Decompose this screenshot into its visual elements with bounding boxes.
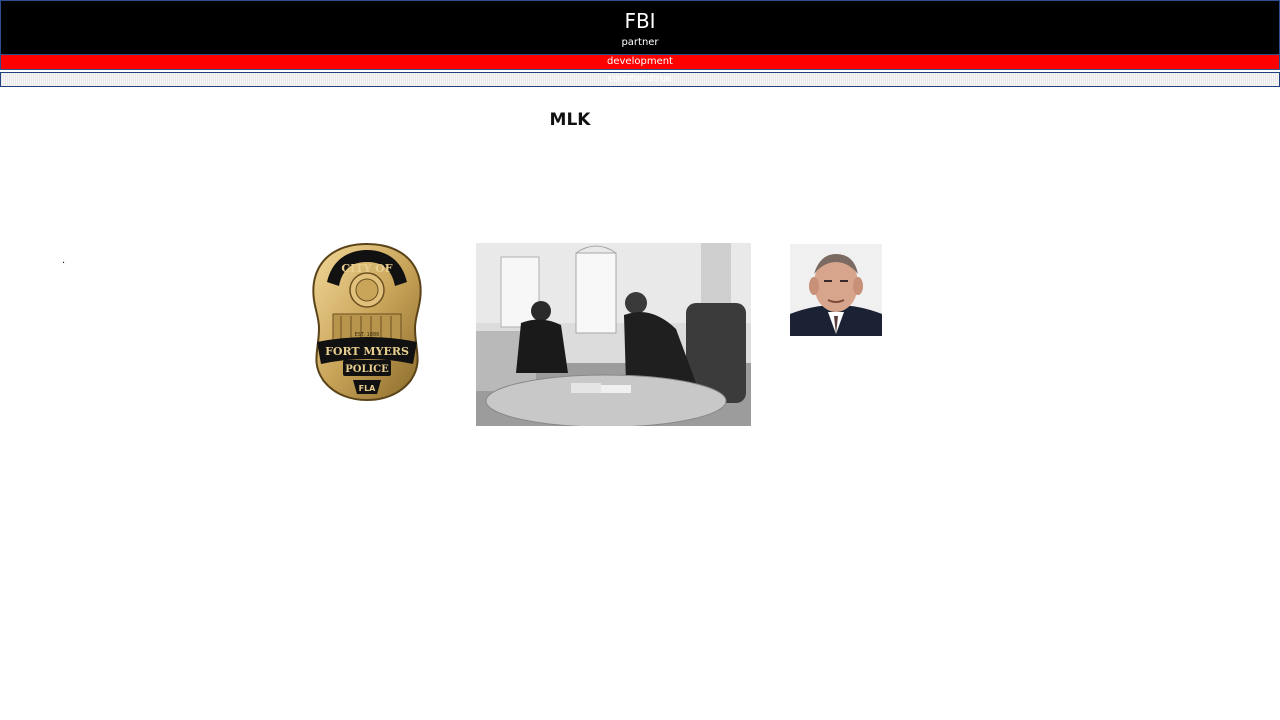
grey-nav-bar[interactable]: commandtrue [0,72,1280,87]
page-heading: MLK [549,110,591,130]
red-nav-bar[interactable]: development [0,54,1280,70]
stray-dot: . [62,255,66,266]
header-title: FBI [624,9,656,33]
badge-bottom-text: POLICE [345,364,389,375]
photo-svg [476,243,751,426]
badge-middle-text: FORT MYERS [325,345,409,358]
police-badge-image: CITY OF EST. 1886 FORT MYERS POLICE FLA [311,242,424,402]
meeting-photo-image [476,243,751,426]
badge-top-text: CITY OF [341,262,392,275]
portrait-image [790,244,882,336]
portrait-svg [790,244,882,336]
badge-svg: CITY OF EST. 1886 FORT MYERS POLICE FLA [312,242,422,402]
badge-seal-text: FLA [359,384,377,393]
badge-est-text: EST. 1886 [355,332,380,338]
header-subtitle: partner [621,37,659,48]
header-banner: FBI partner [0,0,1280,55]
